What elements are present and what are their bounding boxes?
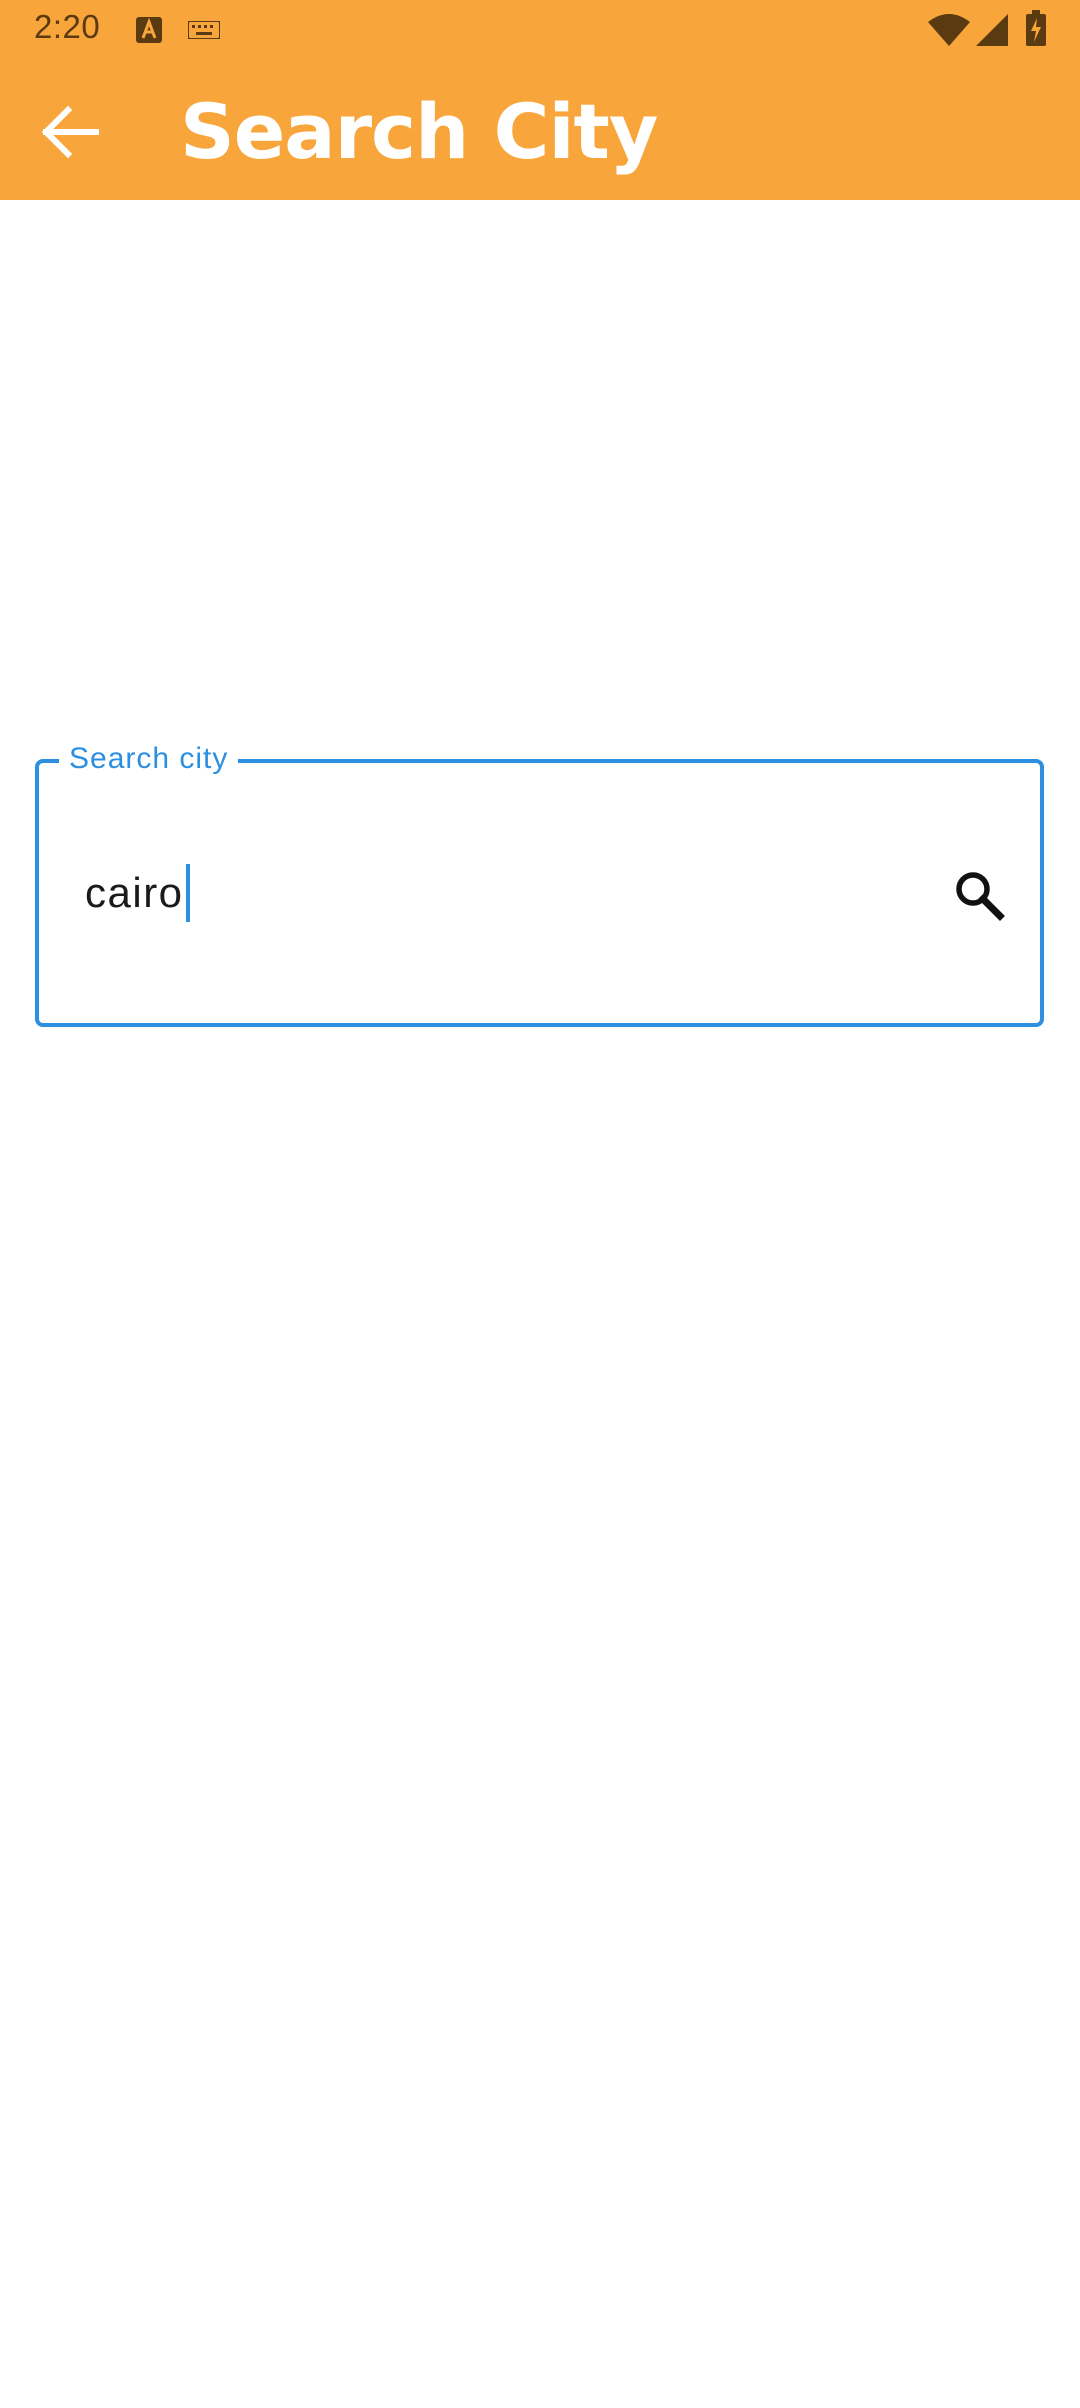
search-field-label: Search city: [59, 739, 239, 779]
wifi-icon: [928, 14, 970, 46]
keyboard-icon: [188, 21, 220, 39]
status-bar: 2:20: [0, 0, 1080, 62]
search-icon: [956, 872, 1005, 921]
search-city-field[interactable]: Search city cairo: [35, 739, 1044, 1027]
battery-charging-icon: [1026, 10, 1046, 46]
text-cursor: [185, 864, 190, 922]
app-header: 2:20 Search City: [0, 0, 1080, 200]
cell-signal-icon: [976, 14, 1008, 46]
a-notification-icon: [136, 17, 162, 43]
search-button[interactable]: [947, 863, 1011, 927]
search-input-value: cairo: [85, 869, 184, 916]
page-title: Search City: [180, 87, 658, 176]
status-time: 2:20: [34, 8, 101, 45]
app-bar: Search City: [0, 62, 1080, 200]
search-input[interactable]: cairo: [85, 863, 190, 923]
back-button[interactable]: [30, 92, 110, 172]
search-city-screen: 2:20 Search City Search city cairo: [0, 0, 1080, 2408]
arrow-back-icon: [41, 105, 99, 159]
